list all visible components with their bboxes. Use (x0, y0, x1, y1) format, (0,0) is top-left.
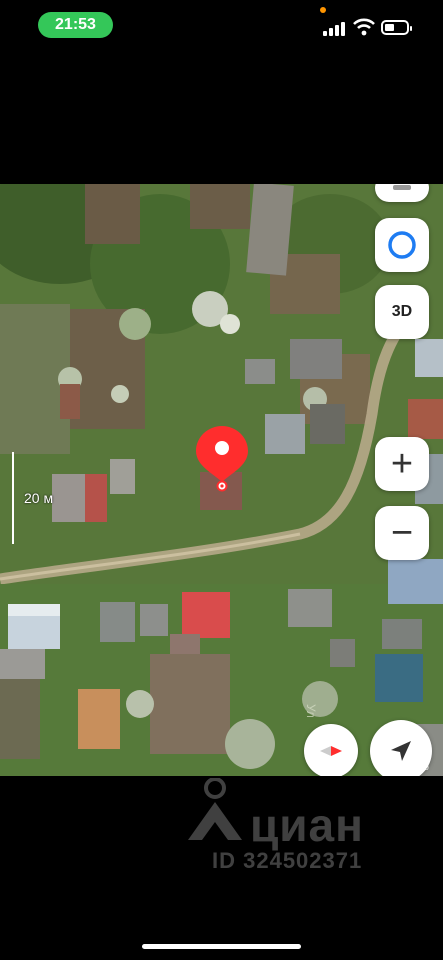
view-3d-label: 3D (391, 303, 413, 320)
zoom-out-button[interactable]: − (375, 506, 429, 560)
privacy-dot (320, 7, 326, 13)
map-credit: Авито (404, 762, 429, 772)
satellite-map[interactable]: 20 м 3D + − Ул Авито (0, 184, 443, 776)
navigation-arrow-icon (391, 741, 411, 761)
location-pin-icon[interactable] (194, 424, 250, 504)
cellular-signal-icon (323, 22, 349, 36)
zoom-in-button[interactable]: + (375, 437, 429, 491)
layers-icon (393, 185, 411, 190)
street-label: Ул (304, 704, 318, 718)
wifi-icon (353, 18, 375, 36)
alice-assistant-button[interactable] (375, 218, 429, 272)
map-scale: 20 м (12, 452, 62, 544)
cian-logo-icon (188, 778, 242, 840)
cian-brand-text: циан (250, 799, 364, 851)
compass-button[interactable] (304, 724, 358, 776)
listing-id: ID 324502371 (212, 848, 363, 873)
status-time: 21:53 (38, 12, 113, 38)
scale-label: 20 м (24, 490, 54, 506)
battery-icon (381, 20, 412, 35)
assistant-icon (388, 231, 416, 259)
scale-bar (12, 452, 14, 544)
layers-button[interactable] (375, 184, 429, 202)
cian-watermark: циан ID 324502371 (180, 778, 410, 878)
view-3d-button[interactable]: 3D (375, 285, 429, 339)
compass-icon (320, 746, 342, 756)
status-bar: 21:53 (0, 0, 443, 52)
home-indicator[interactable] (142, 944, 301, 949)
